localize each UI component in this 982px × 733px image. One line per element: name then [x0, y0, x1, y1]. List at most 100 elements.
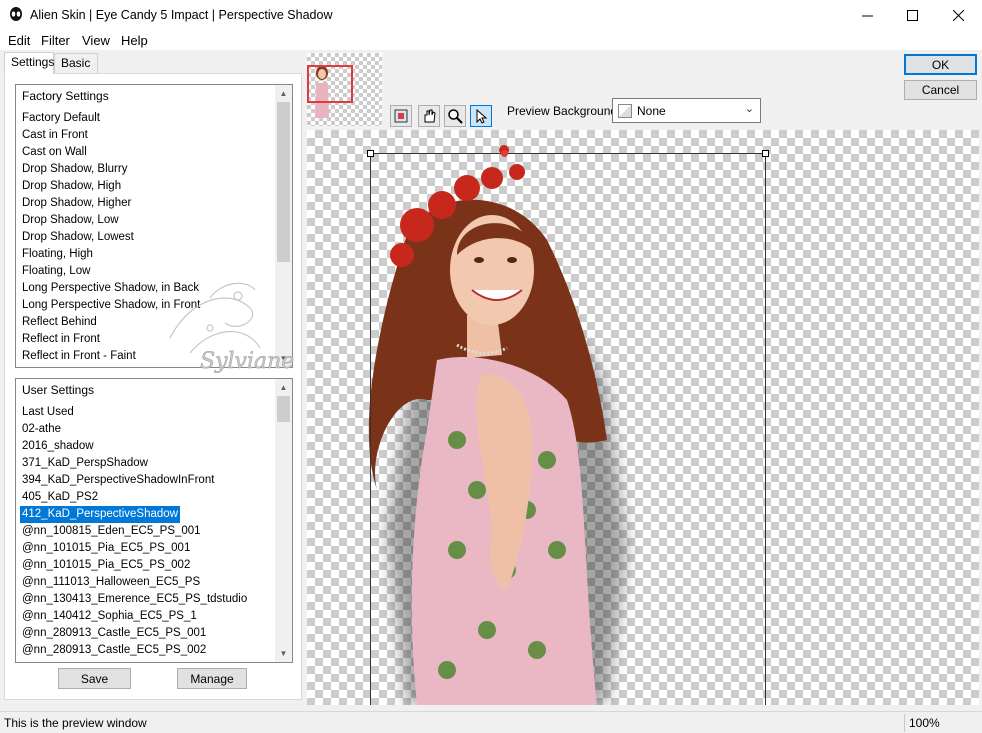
- list-item[interactable]: Cast on Wall: [22, 144, 200, 161]
- list-item-label: 02-athe: [22, 423, 62, 435]
- list-item[interactable]: @nn_280913_Castle_EC5_PS_002: [22, 642, 247, 659]
- list-item[interactable]: 371_KaD_PerspShadow: [22, 455, 247, 472]
- list-item[interactable]: 412_KaD_PerspectiveShadow: [20, 506, 247, 523]
- rotate-handle[interactable]: [501, 150, 508, 157]
- list-item[interactable]: @nn_100815_Eden_EC5_PS_001: [22, 523, 247, 540]
- manage-button[interactable]: Manage: [177, 668, 247, 689]
- list-item-label: 371_KaD_PerspShadow: [22, 457, 148, 469]
- list-item-label: @nn_130413_Emerence_EC5_PS_tdstudio: [22, 593, 248, 605]
- list-item-label: @nn_101015_Pia_EC5_PS_002: [22, 559, 191, 571]
- list-item-label: Floating, High: [22, 248, 93, 260]
- menu-view[interactable]: View: [82, 33, 110, 48]
- tab-basic[interactable]: Basic: [54, 53, 98, 74]
- maximize-button[interactable]: [889, 0, 935, 31]
- list-item[interactable]: @nn_101015_Pia_EC5_PS_001: [22, 540, 247, 557]
- zoom-icon: [448, 109, 463, 124]
- list-item-label: Cast in Front: [22, 129, 88, 141]
- list-item-label: 2016_shadow: [22, 440, 94, 452]
- navigator-thumbnail[interactable]: [307, 53, 382, 126]
- status-bar: This is the preview window 100%: [0, 711, 982, 733]
- background-swatch: [618, 104, 632, 118]
- list-item-label: Reflect Behind: [22, 316, 97, 328]
- menu-help[interactable]: Help: [121, 33, 148, 48]
- navigate-icon: [394, 109, 408, 123]
- close-button[interactable]: [935, 0, 981, 31]
- tab-settings[interactable]: Settings: [4, 52, 54, 74]
- list-item-label: Drop Shadow, High: [22, 180, 122, 192]
- pointer-icon: [476, 108, 488, 124]
- hand-tool-button[interactable]: [418, 105, 440, 127]
- alien-head-icon: [10, 7, 22, 21]
- list-item[interactable]: @nn_111013_Halloween_EC5_PS: [22, 574, 247, 591]
- title-bar: Alien Skin | Eye Candy 5 Impact | Perspe…: [0, 0, 982, 31]
- preview-background-label: Preview Background:: [507, 104, 621, 118]
- list-item-label: Floating, Low: [22, 265, 91, 277]
- pointer-tool-button[interactable]: [470, 105, 492, 127]
- list-item[interactable]: Floating, High: [22, 246, 200, 263]
- list-item-label: 412_KaD_PerspectiveShadow: [20, 506, 180, 523]
- user-scrollbar[interactable]: ▲ ▼: [275, 379, 292, 662]
- ok-button[interactable]: OK: [904, 54, 977, 75]
- zoom-level: 100%: [909, 716, 940, 730]
- list-item[interactable]: 2016_shadow: [22, 438, 247, 455]
- list-item[interactable]: Drop Shadow, Blurry: [22, 161, 200, 178]
- list-item-label: Drop Shadow, Blurry: [22, 163, 128, 175]
- resize-handle[interactable]: [762, 150, 769, 157]
- list-item[interactable]: Last Used: [22, 404, 247, 421]
- minimize-icon: [861, 15, 873, 17]
- preview-canvas[interactable]: [307, 130, 979, 705]
- chevron-down-icon: ⌄: [744, 103, 754, 115]
- list-item-label: @nn_111013_Halloween_EC5_PS: [22, 576, 201, 588]
- list-item[interactable]: 02-athe: [22, 421, 247, 438]
- list-item-label: @nn_280913_Castle_EC5_PS_002: [22, 644, 207, 656]
- menu-edit[interactable]: Edit: [8, 33, 30, 48]
- navigator-viewport-box[interactable]: [307, 65, 353, 103]
- status-text: This is the preview window: [4, 716, 147, 730]
- list-item[interactable]: 405_KaD_PS2: [22, 489, 247, 506]
- list-item-label: @nn_140412_Sophia_EC5_PS_1: [22, 610, 197, 622]
- preview-background-select[interactable]: None ⌄: [612, 98, 761, 123]
- list-item[interactable]: @nn_140412_Sophia_EC5_PS_1: [22, 608, 247, 625]
- list-item[interactable]: @nn_101015_Pia_EC5_PS_002: [22, 557, 247, 574]
- cancel-button[interactable]: Cancel: [904, 80, 977, 100]
- list-item[interactable]: @nn_130413_Emerence_EC5_PS_tdstudio: [22, 591, 247, 608]
- list-item[interactable]: Drop Shadow, High: [22, 178, 200, 195]
- close-icon: [952, 10, 964, 21]
- list-item[interactable]: Factory Default: [22, 110, 200, 127]
- list-item[interactable]: Cast in Front: [22, 127, 200, 144]
- scroll-thumb[interactable]: [277, 102, 290, 262]
- zoom-tool-button[interactable]: [444, 105, 466, 127]
- list-item[interactable]: Drop Shadow, Lowest: [22, 229, 200, 246]
- list-item-label: Cast on Wall: [22, 146, 87, 158]
- scroll-up-icon[interactable]: ▲: [275, 85, 292, 102]
- list-item[interactable]: Drop Shadow, Higher: [22, 195, 200, 212]
- user-settings-list[interactable]: User Settings Last Used 02-athe 2016_shado…: [15, 378, 293, 663]
- window-title: Alien Skin | Eye Candy 5 Impact | Perspe…: [30, 8, 333, 22]
- list-item[interactable]: 394_KaD_PerspectiveShadowInFront: [22, 472, 247, 489]
- watermark-signature: Sylviane: [169, 282, 295, 374]
- preview-background-value: None: [637, 104, 666, 118]
- navigate-tool-button[interactable]: [390, 105, 412, 127]
- list-item-label: 394_KaD_PerspectiveShadowInFront: [22, 474, 215, 486]
- scroll-thumb[interactable]: [277, 396, 290, 422]
- user-settings-header: User Settings: [22, 383, 95, 397]
- resize-handle[interactable]: [367, 150, 374, 157]
- list-item-label: Reflect in Front: [22, 333, 100, 345]
- menu-bar: Edit Filter View Help: [0, 31, 982, 51]
- scroll-down-icon[interactable]: ▼: [275, 645, 292, 662]
- list-item-label: Factory Default: [22, 112, 100, 124]
- save-button[interactable]: Save: [58, 668, 131, 689]
- list-item[interactable]: @nn_280913_Castle_EC5_PS_001: [22, 625, 247, 642]
- list-item-label: @nn_101015_Pia_EC5_PS_001: [22, 542, 191, 554]
- menu-filter[interactable]: Filter: [41, 33, 70, 48]
- list-item-label: Drop Shadow, Higher: [22, 197, 132, 209]
- list-item-label: @nn_100815_Eden_EC5_PS_001: [22, 525, 201, 537]
- list-item-label: Reflect in Front - Faint: [22, 350, 136, 362]
- watermark-text: Sylviane: [200, 349, 294, 374]
- hand-icon: [424, 109, 436, 123]
- bounding-box[interactable]: [367, 150, 769, 705]
- list-item-label: @nn_280913_Castle_EC5_PS_001: [22, 627, 207, 639]
- list-item[interactable]: Drop Shadow, Low: [22, 212, 200, 229]
- minimize-button[interactable]: [844, 0, 890, 31]
- user-settings-items: Last Used 02-athe 2016_shadow 371_KaD_Persp…: [20, 404, 247, 659]
